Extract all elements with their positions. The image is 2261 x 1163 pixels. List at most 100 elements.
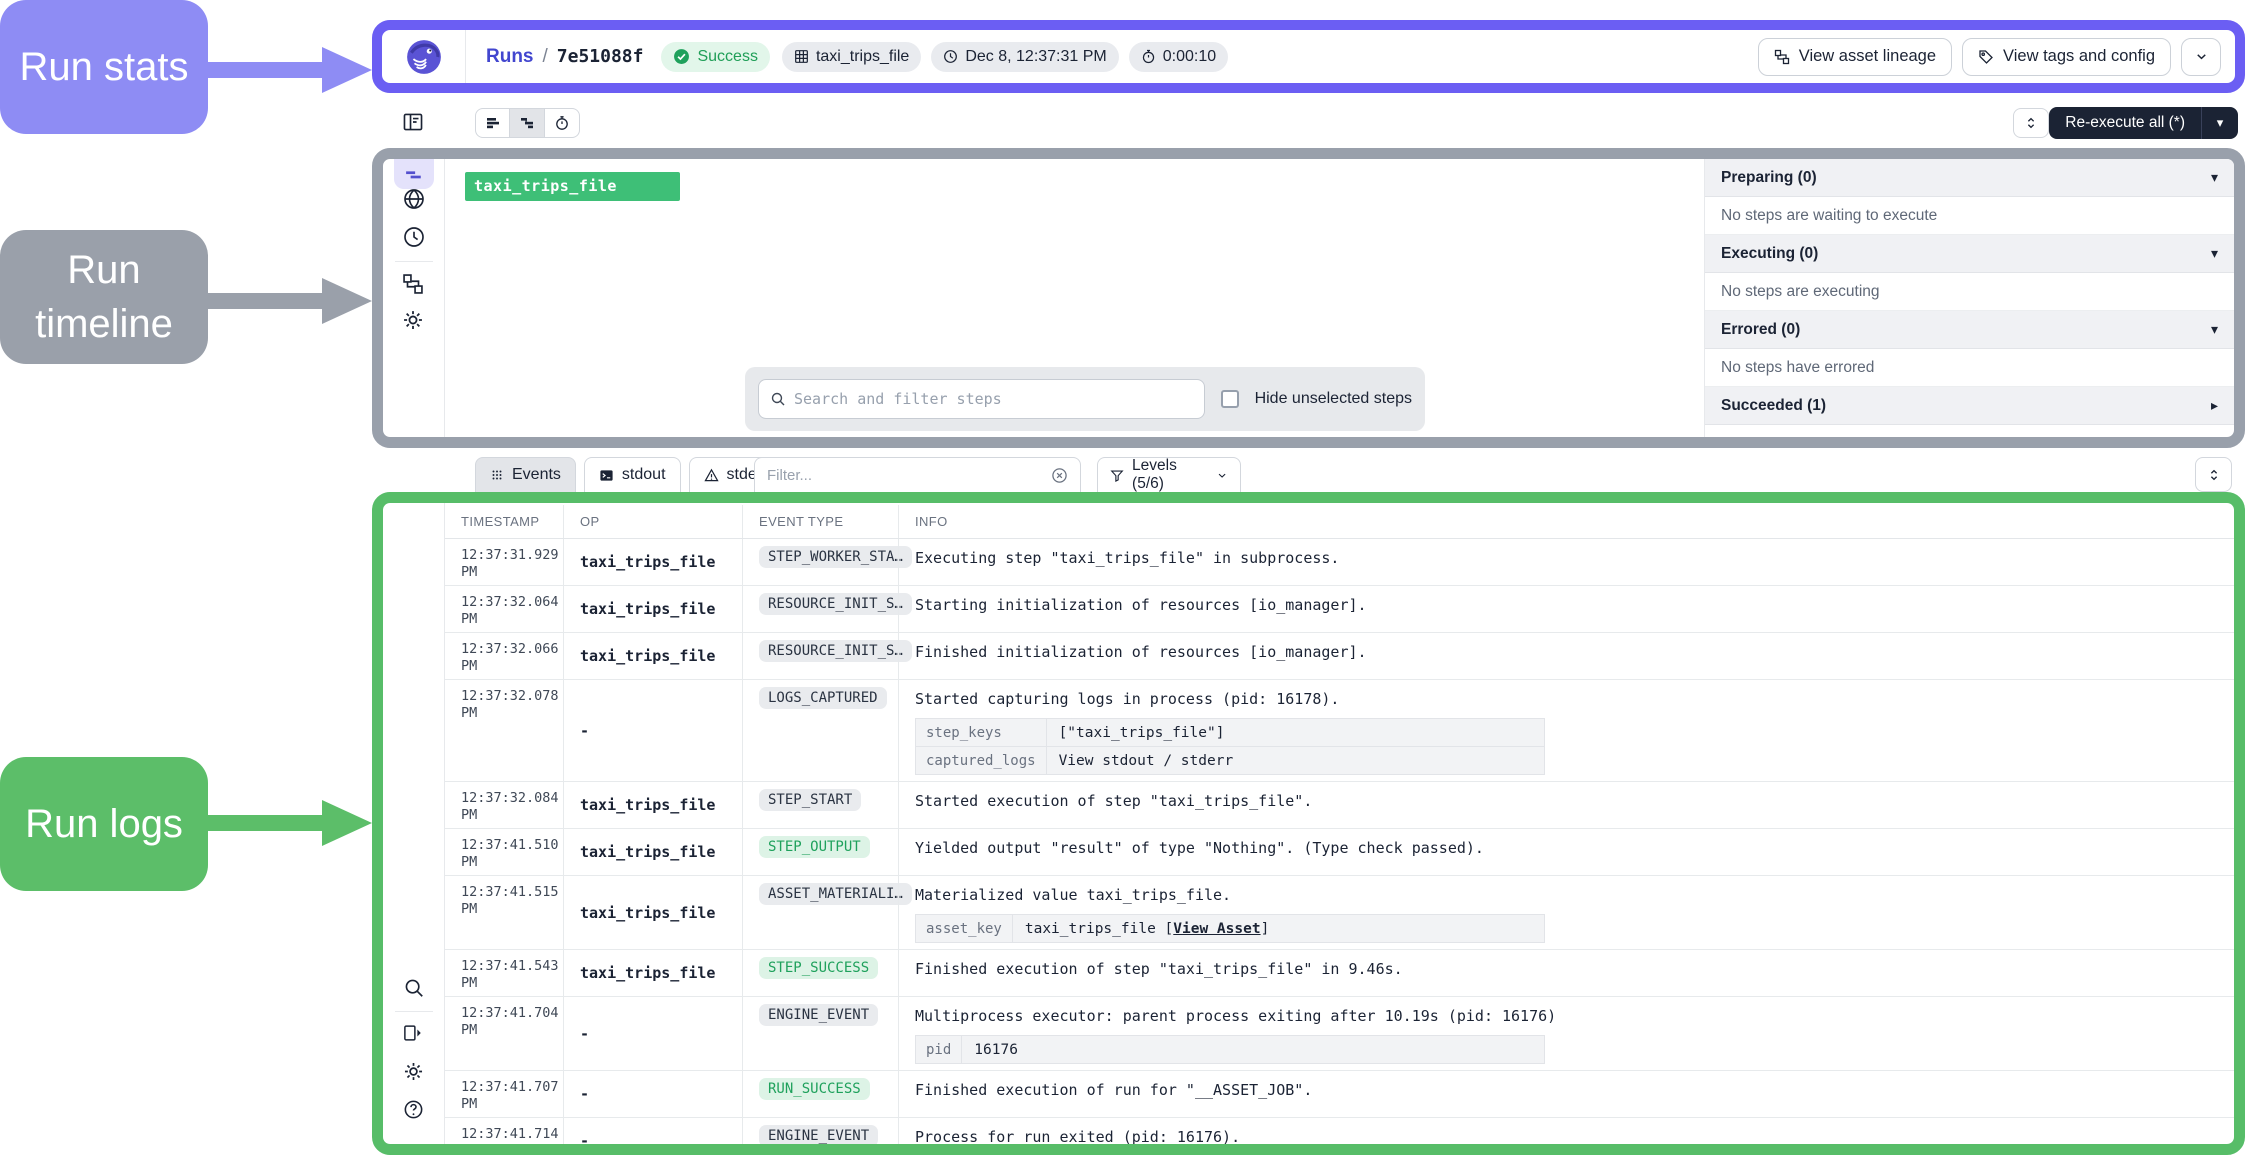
help-button[interactable] [403, 1099, 424, 1120]
asset-group-tab[interactable] [402, 187, 426, 211]
log-info-cell: Yielded output "result" of type "Nothing… [898, 829, 2234, 875]
gantt-tab-selected[interactable] [394, 149, 434, 189]
status-section-preparing[interactable]: Preparing (0)▾ [1705, 159, 2234, 197]
dagster-logo[interactable] [382, 30, 466, 83]
tab-stdout[interactable]: stdout [584, 457, 681, 492]
log-op: - [563, 997, 742, 1070]
gear-icon [403, 1061, 424, 1082]
log-row[interactable]: 12:37:31.929PMtaxi_trips_fileSTEP_WORKER… [445, 539, 2234, 586]
log-row[interactable]: 12:37:41.510PMtaxi_trips_fileSTEP_OUTPUT… [445, 829, 2234, 876]
annotation-arrow-stats [208, 47, 372, 93]
status-section-executing[interactable]: Executing (0)▾ [1705, 235, 2234, 273]
log-op: taxi_trips_file [563, 586, 742, 632]
annotation-run-stats: Run stats [0, 0, 208, 134]
metadata-key: captured_logs [916, 747, 1047, 775]
log-info-cell: Multiprocess executor: parent process ex… [898, 997, 2234, 1070]
log-row[interactable]: 12:37:32.084PMtaxi_trips_fileSTEP_STARTS… [445, 782, 2234, 829]
expand-logs-button[interactable] [2195, 457, 2232, 492]
annotation-run-timeline: Run timeline [0, 230, 208, 364]
log-info-text: Finished execution of step "taxi_trips_f… [915, 960, 2222, 979]
status-empty-text: No steps are executing [1705, 273, 2234, 311]
annotation-arrow-logs [208, 800, 372, 846]
log-metadata-table: step_keys["taxi_trips_file"]captured_log… [915, 718, 1545, 775]
log-table-header: TIMESTAMP OP EVENT TYPE INFO [445, 505, 2234, 539]
log-event-cell: RESOURCE_INIT_S… [742, 586, 898, 632]
panel-expand-icon [403, 1023, 423, 1043]
clear-filter-icon[interactable] [1051, 467, 1068, 484]
log-info-text: Yielded output "result" of type "Nothing… [915, 839, 2222, 858]
gantt-flat-icon [485, 115, 501, 131]
lineage-icon [402, 273, 424, 295]
annotation-run-logs: Run logs [0, 757, 208, 891]
status-section-errored[interactable]: Errored (0)▾ [1705, 311, 2234, 349]
metadata-key: asset_key [916, 915, 1013, 943]
toggle-panel-button[interactable] [402, 111, 424, 133]
warning-triangle-icon [704, 468, 719, 483]
hide-unselected-checkbox[interactable] [1221, 390, 1239, 408]
caret-icon: ▾ [2211, 322, 2218, 338]
log-row[interactable]: 12:37:41.707PM-RUN_SUCCESSFinished execu… [445, 1071, 2234, 1118]
sidebar-divider [395, 1011, 433, 1012]
settings-button[interactable] [403, 1061, 424, 1082]
timer-icon [1141, 49, 1156, 64]
log-info-cell: Executing step "taxi_trips_file" in subp… [898, 539, 2234, 585]
reexecute-dropdown-button[interactable]: ▾ [2202, 107, 2238, 139]
duration-chip: 0:00:10 [1129, 42, 1228, 72]
breadcrumb: Runs / 7e51088f [486, 46, 643, 68]
header-more-button[interactable] [2181, 38, 2221, 76]
log-row[interactable]: 12:37:32.066PMtaxi_trips_fileRESOURCE_IN… [445, 633, 2234, 680]
sidebar-divider [395, 261, 433, 262]
log-timestamp: 12:37:41.707PM [445, 1071, 563, 1117]
open-panel-button[interactable] [403, 1023, 423, 1043]
gantt-flat-view-button[interactable] [475, 108, 510, 138]
log-event-cell: RUN_SUCCESS [742, 1071, 898, 1117]
log-filter-input[interactable] [767, 467, 1043, 484]
hide-unselected-label: Hide unselected steps [1255, 390, 1412, 408]
event-type-badge: ENGINE_EVENT [759, 1125, 878, 1144]
log-timestamp: 12:37:41.543PM [445, 950, 563, 996]
view-tags-config-button[interactable]: View tags and config [1962, 38, 2171, 76]
timing-view-button[interactable] [545, 108, 580, 138]
levels-dropdown[interactable]: Levels (5/6) [1097, 457, 1241, 492]
log-row[interactable]: 12:37:41.704PM-ENGINE_EVENTMultiprocess … [445, 997, 2234, 1071]
view-asset-link[interactable]: View Asset [1173, 921, 1260, 937]
log-row[interactable]: 12:37:41.714PM-ENGINE_EVENTProcess for r… [445, 1118, 2234, 1144]
status-section-succeeded[interactable]: Succeeded (1)▸ [1705, 387, 2234, 425]
expand-collapse-button[interactable] [2013, 108, 2049, 138]
breadcrumb-runs-link[interactable]: Runs [486, 46, 534, 68]
event-type-badge: RUN_SUCCESS [759, 1078, 870, 1100]
search-logs-button[interactable] [403, 977, 425, 999]
log-timestamp: 12:37:41.714PM [445, 1118, 563, 1144]
step-search-input[interactable] [794, 390, 1193, 408]
settings-tab[interactable] [402, 309, 424, 331]
run-logs-section: TIMESTAMP OP EVENT TYPE INFO 12:37:31.92… [372, 492, 2245, 1155]
annotation-arrow-timeline [208, 278, 372, 324]
gantt-waterfall-view-button[interactable] [510, 108, 545, 138]
grid-dots-icon [490, 468, 504, 482]
view-asset-lineage-button[interactable]: View asset lineage [1758, 38, 1952, 76]
log-row[interactable]: 12:37:32.078PM-LOGS_CAPTUREDStarted capt… [445, 680, 2234, 782]
log-table: TIMESTAMP OP EVENT TYPE INFO 12:37:31.92… [445, 503, 2234, 1144]
col-op: OP [563, 505, 742, 538]
log-info-cell: Starting initialization of resources [io… [898, 586, 2234, 632]
gantt-step-bar[interactable]: taxi_trips_file [465, 172, 680, 201]
event-type-badge: ASSET_MATERIALI… [759, 883, 912, 905]
log-timestamp: 12:37:41.510PM [445, 829, 563, 875]
log-event-cell: STEP_WORKER_STA… [742, 539, 898, 585]
tab-events[interactable]: Events [475, 457, 576, 492]
runs-tab[interactable] [402, 225, 426, 249]
log-row[interactable]: 12:37:41.515PMtaxi_trips_fileASSET_MATER… [445, 876, 2234, 950]
lineage-tab[interactable] [402, 273, 424, 295]
log-info-cell: Started execution of step "taxi_trips_fi… [898, 782, 2234, 828]
log-row[interactable]: 12:37:41.543PMtaxi_trips_fileSTEP_SUCCES… [445, 950, 2234, 997]
log-event-cell: ASSET_MATERIALI… [742, 876, 898, 949]
search-icon [770, 391, 786, 407]
log-row[interactable]: 12:37:32.064PMtaxi_trips_fileRESOURCE_IN… [445, 586, 2234, 633]
log-timestamp: 12:37:32.084PM [445, 782, 563, 828]
start-time-chip: Dec 8, 12:37:31 PM [931, 42, 1118, 72]
log-info-cell: Finished execution of run for "__ASSET_J… [898, 1071, 2234, 1117]
status-badge: Success [661, 42, 769, 72]
log-timestamp: 12:37:41.515PM [445, 876, 563, 949]
asset-tag-chip[interactable]: taxi_trips_file [782, 42, 921, 72]
reexecute-all-button[interactable]: Re-execute all (*) [2049, 107, 2202, 139]
